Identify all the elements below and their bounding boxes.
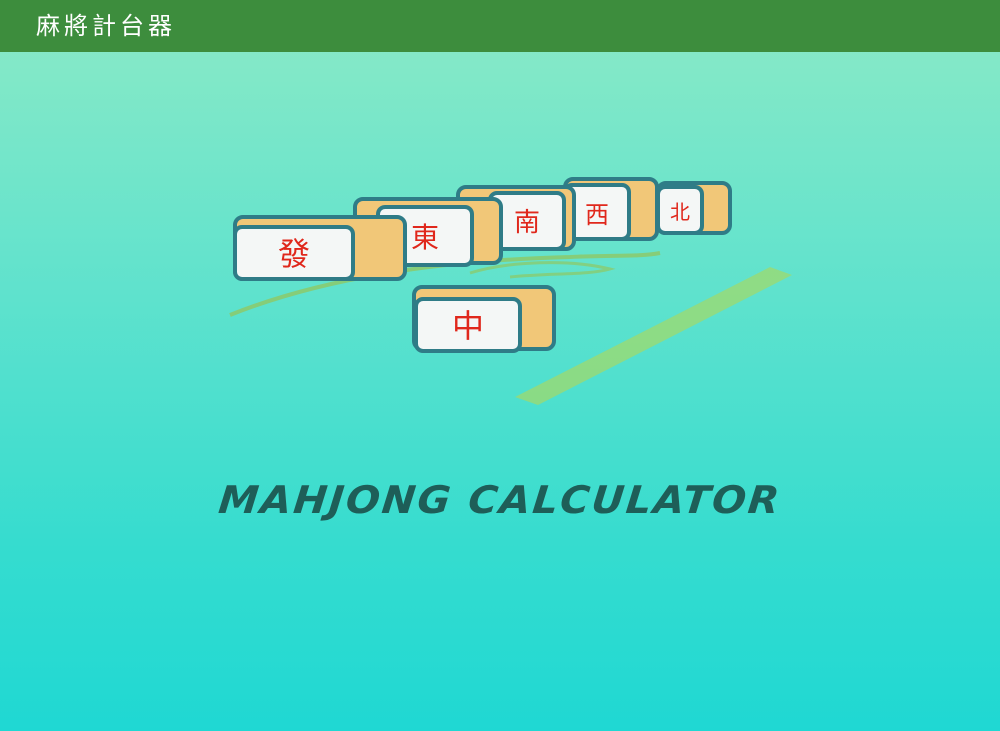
tile-fa: 發 xyxy=(233,215,407,281)
tile-bei: 北 xyxy=(656,181,732,235)
app-title: 麻將計台器 xyxy=(36,12,176,40)
tile-glyph-dong: 東 xyxy=(411,221,439,254)
tile-wall-icon xyxy=(515,267,792,405)
tile-glyph-bei: 北 xyxy=(670,200,690,224)
mahjong-tiles-illustration: 北 西 南 東 發 中 xyxy=(229,177,792,405)
splash-screen: 麻將計台器 北 西 南 東 發 中 MAHJONG CALCULATOR xyxy=(0,0,1000,731)
tile-glyph-zhong: 中 xyxy=(452,307,484,345)
tile-glyph-nan: 南 xyxy=(514,208,540,238)
app-name-banner: MAHJONG CALCULATOR xyxy=(216,478,784,522)
tile-glyph-fa: 發 xyxy=(278,235,310,273)
app-toolbar: 麻將計台器 xyxy=(0,0,1000,52)
tile-glyph-xi: 西 xyxy=(585,201,609,229)
tile-zhong: 中 xyxy=(412,285,556,353)
tile-xi: 西 xyxy=(563,177,659,241)
